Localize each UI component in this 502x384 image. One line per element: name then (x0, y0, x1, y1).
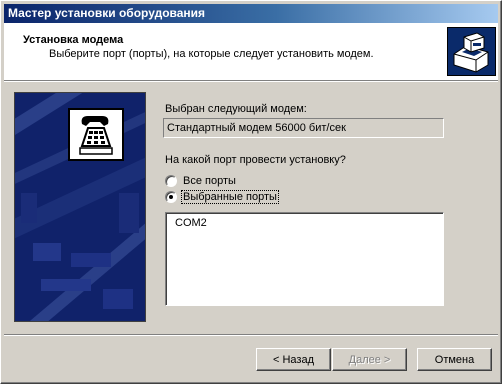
page-subtitle: Выберите порт (порты), на которые следуе… (49, 48, 374, 60)
wizard-side-art (14, 92, 146, 322)
port-list-item[interactable]: COM2 (175, 217, 207, 229)
radio-selected-ports[interactable]: Выбранные порты (165, 189, 279, 204)
back-button[interactable]: < Назад (256, 348, 331, 371)
next-button[interactable]: Далее > (332, 348, 407, 371)
selected-modem-label: Выбран следующий модем: (165, 103, 307, 115)
wizard-window: Мастер установки оборудования Установка … (0, 0, 502, 384)
cancel-button[interactable]: Отмена (417, 348, 492, 371)
footer-separator (4, 334, 498, 336)
radio-all-ports[interactable]: Все порты (165, 173, 237, 188)
radio-all-ports-circle[interactable] (165, 174, 177, 187)
modem-telephone-icon (68, 108, 124, 161)
radio-all-ports-label[interactable]: Все порты (182, 175, 237, 187)
header-separator (4, 80, 498, 82)
port-question-label: На какой порт провести установку? (165, 154, 346, 166)
wizard-header: Установка модема Выберите порт (порты), … (4, 23, 498, 80)
radio-selected-ports-circle[interactable] (165, 190, 177, 203)
window-title: Мастер установки оборудования (8, 6, 206, 20)
modem-name-field: Стандартный модем 56000 бит/сек (163, 118, 444, 138)
radio-selected-ports-label[interactable]: Выбранные порты (181, 189, 279, 204)
page-title: Установка модема (23, 34, 124, 46)
title-bar[interactable]: Мастер установки оборудования (4, 4, 498, 23)
hardware-wizard-icon (447, 27, 496, 76)
port-list[interactable]: COM2 (165, 212, 444, 306)
